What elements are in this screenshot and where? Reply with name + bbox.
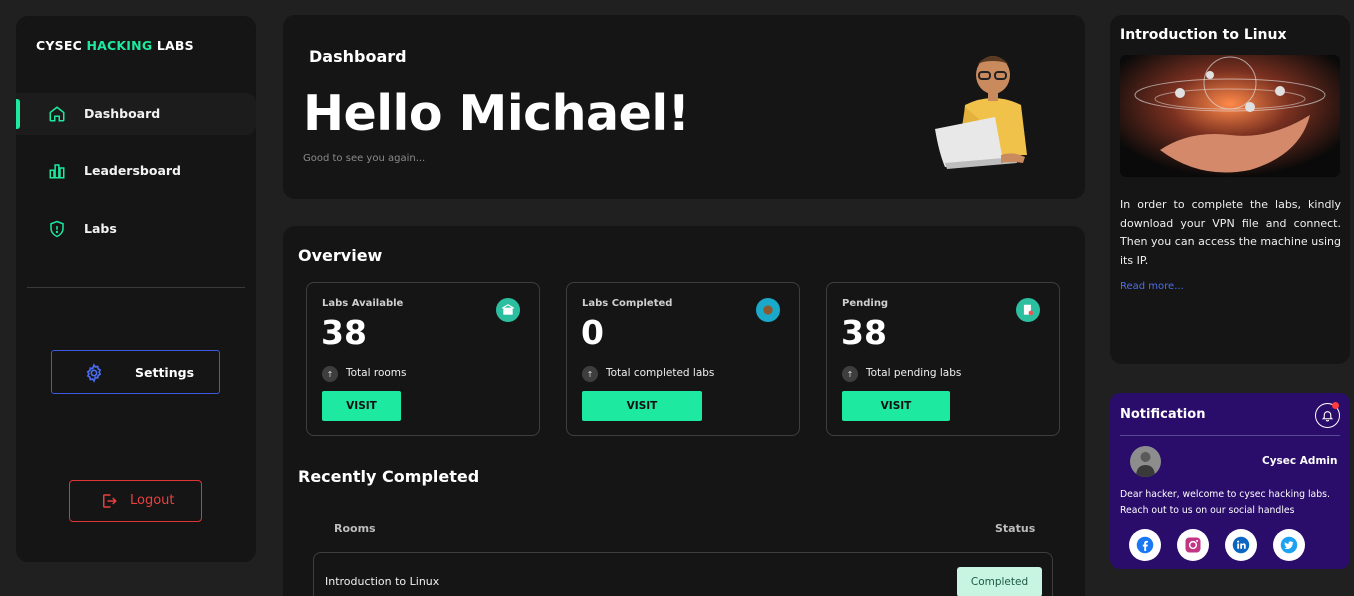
sender-name: Cysec Admin [1262,455,1338,467]
intro-description: In order to complete the labs, kindly do… [1120,198,1341,267]
twitter-icon[interactable] [1273,529,1305,561]
status-badge: Completed [957,567,1042,596]
home-icon [49,106,65,122]
sidebar-item-dashboard[interactable]: Dashboard [16,93,256,135]
sidebar-item-label: Dashboard [84,106,161,121]
stat-card-labs-completed: Labs Completed 0 ↑ Total completed labs … [566,282,800,436]
overview-title: Overview [298,246,383,265]
hero-panel: Dashboard Hello Michael! Good to see you… [283,15,1085,199]
card-meta: Total completed labs [606,367,715,379]
logout-icon [103,494,117,508]
notification-panel: Notification Cysec Admin Dear hacker, we… [1110,393,1350,569]
facebook-icon[interactable] [1129,529,1161,561]
avatar-illustration [935,56,1027,169]
arrow-up-icon: ↑ [582,366,598,382]
settings-label: Settings [135,365,195,380]
sidebar-item-label: Leadersboard [84,163,181,178]
sidebar-divider [27,287,245,288]
notification-title: Notification [1120,407,1206,422]
pending-icon [1016,298,1040,322]
card-title: Labs Available [322,298,404,309]
card-meta: Total rooms [346,367,407,379]
labs-icon [496,298,520,322]
gear-icon [86,363,102,383]
notification-message: Dear hacker, welcome to cysec hacking la… [1120,489,1330,516]
visit-button[interactable]: VISIT [842,391,950,421]
trophy-icon [756,298,780,322]
column-header-rooms: Rooms [334,522,376,535]
sidebar-item-label: Labs [84,221,117,236]
brand-logo[interactable]: CYSEC HACKING LABS [36,38,194,53]
greeting-heading: Hello Michael! [303,85,690,142]
intro-image [1120,55,1340,177]
unread-dot [1332,402,1339,409]
chart-icon [49,164,65,179]
sidebar-item-labs[interactable]: Labs [16,208,256,250]
stat-card-labs-available: Labs Available 38 ↑ Total rooms VISIT [306,282,540,436]
card-value: 0 [581,313,604,352]
brand-part-2: HACKING [86,38,153,53]
stat-card-pending: Pending 38 ↑ Total pending labs VISIT [826,282,1060,436]
recently-completed-title: Recently Completed [298,467,480,486]
room-name: Introduction to Linux [325,575,440,588]
card-value: 38 [841,313,887,352]
shield-icon [50,220,64,238]
card-title: Labs Completed [582,298,673,309]
settings-button[interactable]: Settings [51,350,220,394]
visit-button[interactable]: VISIT [582,391,702,421]
visit-button[interactable]: VISIT [322,391,401,421]
active-indicator [16,99,20,129]
avatar [1130,446,1161,477]
logout-label: Logout [130,493,175,508]
instagram-icon[interactable] [1177,529,1209,561]
brand-part-3: LABS [156,38,194,53]
card-value: 38 [321,313,367,352]
arrow-up-icon: ↑ [842,366,858,382]
arrow-up-icon: ↑ [322,366,338,382]
brand-part-1: CYSEC [36,38,82,53]
notification-divider [1120,435,1340,436]
page-title: Dashboard [309,47,407,66]
card-meta: Total pending labs [866,367,962,379]
sidebar-item-leadersboard[interactable]: Leadersboard [16,150,256,192]
table-row[interactable]: Introduction to Linux Completed [313,552,1053,596]
intro-title: Introduction to Linux [1120,27,1287,43]
column-header-status: Status [995,522,1036,535]
logout-button[interactable]: Logout [69,480,202,522]
sidebar: CYSEC HACKING LABS Dashboard Leadersboar… [16,16,256,562]
card-title: Pending [842,298,889,309]
linkedin-icon[interactable] [1225,529,1257,561]
overview-panel: Overview Labs Available 38 ↑ Total rooms… [283,226,1085,596]
intro-card: Introduction to Linux In order to comple… [1110,15,1350,364]
greeting-tagline: Good to see you again... [303,153,426,164]
read-more-link[interactable]: Read more... [1120,281,1184,292]
